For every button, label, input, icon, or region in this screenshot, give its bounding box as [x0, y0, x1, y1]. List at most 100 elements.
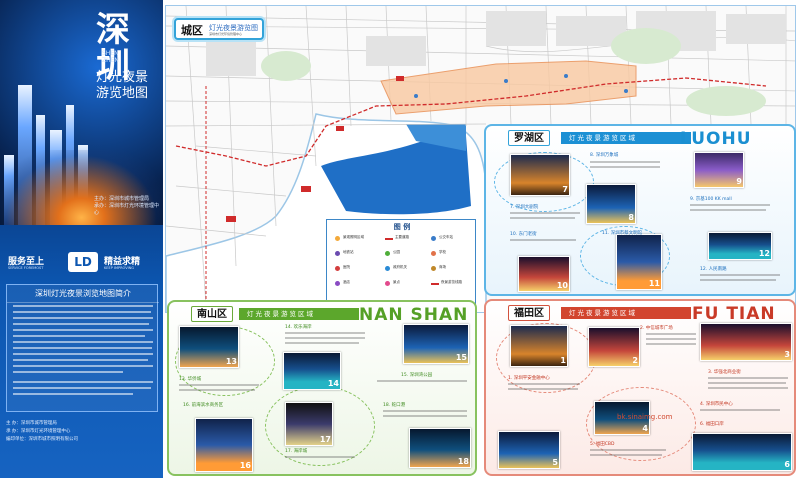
map-title-badge: 城区 灯光夜景游览图 深圳市灯光环境管理中心	[174, 18, 264, 40]
cover-organizers: 主办：深圳市城市管理局 承办：深圳市灯光环境管理中心	[94, 196, 160, 217]
photo-spot[interactable]: 1	[510, 325, 568, 367]
caption-text-line	[508, 388, 578, 390]
intro-text-line	[13, 311, 151, 313]
district-name-en: LUOHU	[680, 129, 752, 149]
legend-swatch	[335, 281, 340, 286]
caption-text-line	[700, 409, 780, 411]
photo-spot[interactable]: 10	[518, 256, 570, 292]
cover-org-line: 承办：深圳市灯光环境管理中心	[94, 203, 160, 216]
intro-text-line	[13, 359, 148, 361]
photo-spot[interactable]: 5	[498, 431, 560, 469]
legend-swatch	[335, 236, 340, 241]
spot-caption: 9. 京基100 KK mall	[690, 197, 732, 202]
slogan-logo: LD	[68, 252, 98, 272]
caption-text-line	[708, 377, 788, 379]
spot-number: 7	[562, 185, 568, 194]
district-name: 福田区	[508, 305, 550, 321]
caption-text-line	[179, 384, 259, 386]
legend-item: 学校	[431, 250, 481, 259]
district-name-en: NAN SHAN	[359, 305, 469, 325]
spot-caption: 10. 东门老街	[510, 232, 537, 237]
caption-text-line	[383, 415, 467, 417]
photo-spot[interactable]: 14	[283, 352, 341, 390]
legend-swatch	[335, 266, 340, 271]
district-band: 灯光夜景游览区域	[239, 308, 359, 320]
legend-swatch	[335, 251, 340, 256]
caption-text-line	[646, 343, 696, 345]
photo-spot[interactable]: 9	[694, 152, 744, 188]
spot-number: 4	[642, 424, 648, 433]
spot-number: 16	[239, 461, 251, 470]
photo-spot[interactable]: 15	[403, 324, 469, 364]
caption-text-line	[708, 387, 788, 389]
district-name-en: FU TIAN	[692, 304, 776, 324]
intro-text-line	[13, 335, 145, 337]
spot-caption: 5. 福田CBD	[590, 442, 615, 447]
legend-label: 主要道路	[395, 235, 409, 239]
photo-spot[interactable]: 8	[586, 184, 636, 224]
intro-title: 深圳灯光夜景浏览地图简介	[7, 288, 159, 303]
photo-spot[interactable]: 3	[700, 323, 792, 361]
spot-caption: 4. 深圳市民中心	[700, 402, 733, 407]
spot-number: 13	[225, 357, 237, 366]
map-badge-org: 深圳市灯光环境管理中心	[209, 32, 243, 36]
photo-spot[interactable]: 12	[708, 232, 772, 260]
spot-caption: 13. 华侨城	[179, 377, 202, 382]
photo-spot[interactable]: 13	[179, 326, 239, 368]
photo-spot[interactable]: 16	[195, 418, 253, 472]
spot-number: 18	[457, 457, 469, 466]
legend-item: 医院	[335, 265, 385, 274]
caption-text-line	[510, 239, 576, 241]
photo-spot[interactable]: 6	[692, 433, 792, 471]
legend-item: 主要道路	[385, 235, 435, 244]
legend-item: 景点	[385, 280, 435, 289]
intro-text-line	[13, 347, 152, 349]
district-name: 罗湖区	[508, 130, 550, 146]
intro-text-line	[13, 393, 133, 395]
spot-caption: 1. 深圳平安金融中心	[508, 376, 550, 381]
photo-spot[interactable]: 11	[616, 234, 662, 290]
photo-spot[interactable]: 2	[588, 327, 640, 367]
legend-item: 景观照明区域	[335, 235, 385, 244]
legend-item: 地铁站	[335, 250, 385, 259]
caption-text-line	[510, 212, 580, 214]
watermark: bk.sinaimg.com	[617, 413, 673, 421]
caption-text-line	[285, 342, 359, 344]
legend-swatch	[385, 238, 393, 240]
spot-number: 6	[784, 460, 790, 469]
legend-item: 商场	[431, 265, 481, 274]
cover-title-en: SHEN ZHEN	[102, 50, 119, 64]
caption-text-line	[590, 166, 660, 168]
caption-text-line	[508, 383, 580, 385]
intro-text-line	[13, 329, 153, 331]
district-band: 灯光夜景游览区域	[561, 307, 691, 319]
caption-text-line	[179, 389, 255, 391]
legend-swatch	[385, 251, 390, 256]
photo-spot[interactable]: 17	[285, 402, 333, 446]
photo-spot[interactable]: 18	[409, 428, 471, 468]
spot-number: 14	[327, 379, 339, 388]
intro-text-line	[13, 323, 149, 325]
caption-text-line	[510, 217, 575, 219]
spot-number: 8	[628, 213, 634, 222]
legend-swatch	[431, 251, 436, 256]
spot-caption: 8. 深圳万象城	[590, 153, 619, 158]
poi-marker	[226, 216, 236, 222]
cover-org-line: 主办：深圳市城市管理局	[94, 196, 150, 202]
caption-text-line	[646, 338, 696, 340]
legend-item: 政府机关	[385, 265, 435, 274]
spot-caption: 14. 欢乐海岸	[285, 325, 312, 330]
caption-text-line	[690, 204, 770, 206]
spot-caption: 6. 福田口岸	[700, 422, 724, 427]
legend-label: 夜景游览线路	[441, 280, 462, 284]
district-panel-nanshan: 灯光夜景游览区域 南山区 NAN SHAN 13 14 15 16 17 18 …	[167, 300, 477, 476]
legend-swatch	[431, 266, 436, 271]
photo-spot[interactable]: 7	[510, 154, 570, 196]
legend-title: 图 例	[393, 223, 411, 231]
map-legend: 图 例 景观照明区域 主要道路 公交车站 地铁站 公园 学校 医院 政府机关 商…	[326, 219, 476, 309]
cover-slogan: 服务至上 LD 精益求精 SERVICE FOREMOST KEEP IMPRO…	[6, 252, 158, 276]
cover-subtitle: 游览地图	[96, 86, 149, 101]
spot-number: 2	[632, 356, 638, 365]
spot-caption: 15. 深圳湾公园	[401, 373, 433, 378]
credit-line: 编印单位：深圳市城市照明有限公司	[6, 437, 78, 442]
